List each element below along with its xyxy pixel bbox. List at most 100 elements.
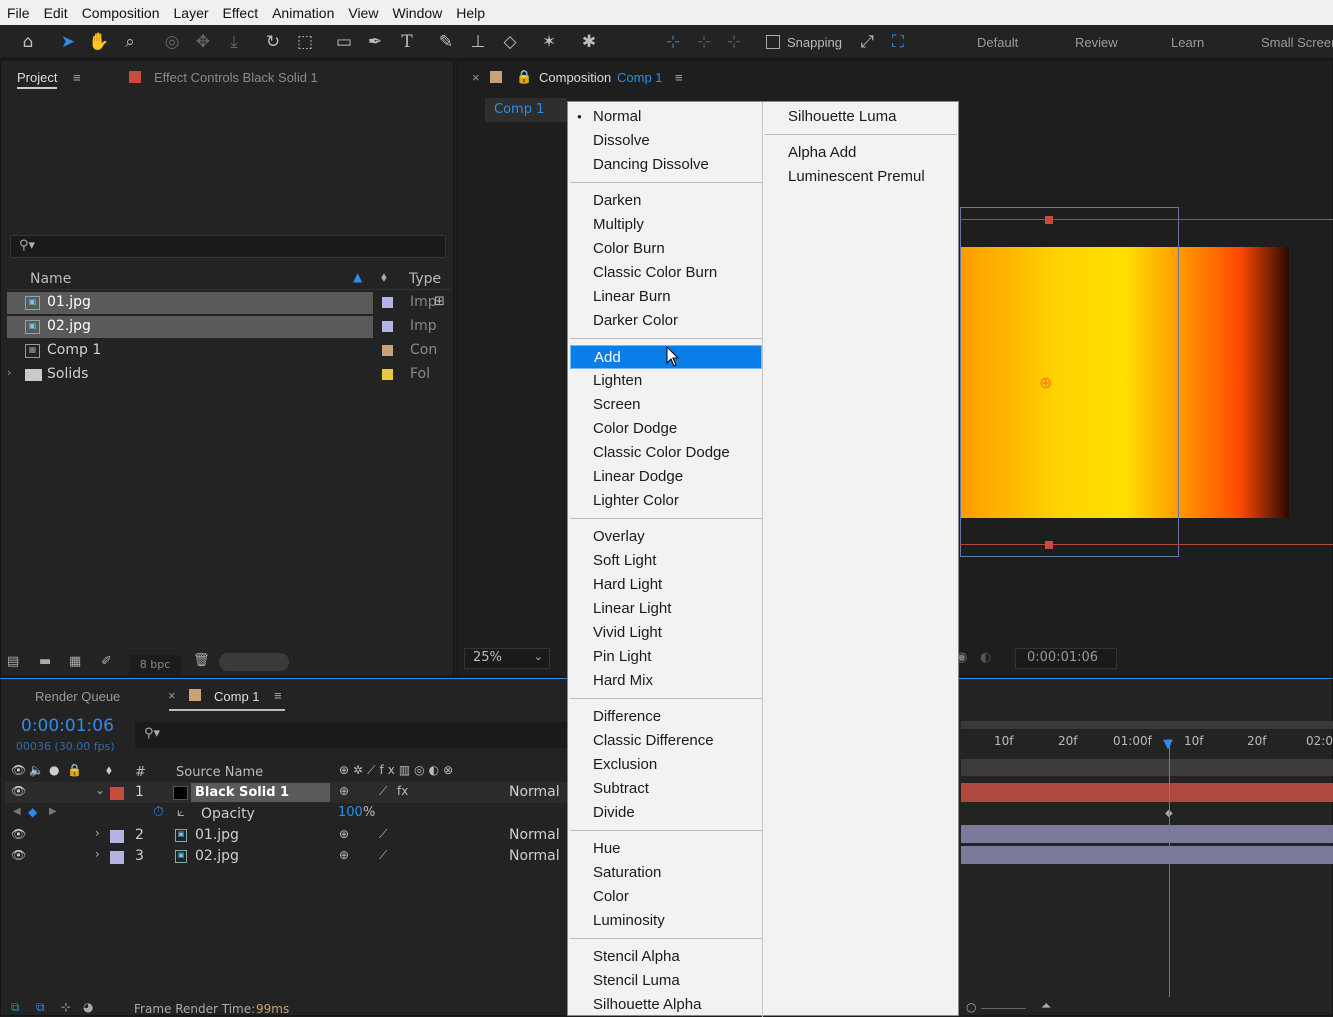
new-composition-icon[interactable]: ▦ (69, 654, 81, 669)
project-item-01jpg[interactable]: ▣ 01.jpg (7, 292, 373, 314)
layer-2-track-bar[interactable] (961, 825, 1333, 843)
blend-mode-option-dissolve[interactable]: Dissolve (570, 129, 762, 153)
home-icon[interactable]: ⌂ (16, 30, 40, 54)
trash-icon[interactable]: 🗑 (193, 653, 210, 668)
blend-mode-option-hard-light[interactable]: Hard Light (570, 573, 762, 597)
timeline-current-time[interactable]: 0:00:01:06 (21, 716, 114, 736)
expand-chevron-icon[interactable]: › (95, 826, 100, 840)
enable-frame-blending-icon[interactable]: ⧉ (36, 1000, 45, 1015)
visibility-eye-icon[interactable]: 👁 (11, 784, 26, 798)
panel-menu-icon[interactable]: ≡ (274, 688, 282, 703)
collapse-chevron-icon[interactable]: ⌄ (95, 783, 105, 797)
visibility-eye-icon[interactable]: 👁 (11, 848, 26, 862)
axis-view-icon[interactable]: ⊹ (722, 30, 746, 54)
column-header-source-name[interactable]: Source Name (176, 765, 263, 780)
blend-mode-option-classic-color-dodge[interactable]: Classic Color Dodge (570, 441, 762, 465)
blend-mode-option-multiply[interactable]: Multiply (570, 213, 762, 237)
blend-mode-option-classic-color-burn[interactable]: Classic Color Burn (570, 261, 762, 285)
layer-3-track-bar[interactable] (961, 846, 1333, 864)
close-tab-icon[interactable]: × (472, 70, 480, 85)
blend-mode-dropdown[interactable]: Normal (509, 827, 569, 843)
blend-mode-dropdown[interactable]: Normal (509, 784, 569, 800)
thumbnail-size-slider[interactable] (219, 653, 289, 671)
blend-mode-option-luminosity[interactable]: Luminosity (570, 909, 762, 933)
blend-mode-option-subtract[interactable]: Subtract (570, 777, 762, 801)
zoom-in-icon[interactable]: ⏶ (1041, 999, 1051, 1014)
workspace-default[interactable]: Default (977, 35, 1018, 50)
workspace-small-screen[interactable]: Small Screen (1261, 35, 1333, 50)
close-tab-icon[interactable]: × (168, 688, 176, 703)
blend-mode-option-classic-difference[interactable]: Classic Difference (570, 729, 762, 753)
clone-stamp-tool-icon[interactable]: ⊥ (466, 30, 490, 54)
menu-file[interactable]: File (0, 5, 37, 21)
axis-world-icon[interactable]: ⊹ (692, 30, 716, 54)
playhead-line[interactable] (1169, 739, 1170, 997)
axis-local-icon[interactable]: ⊹ (661, 30, 685, 54)
blend-mode-option-silhouette-alpha[interactable]: Silhouette Alpha (570, 993, 762, 1017)
stopwatch-icon[interactable]: ⏱ (153, 804, 164, 820)
video-visibility-icon[interactable]: 👁 (11, 763, 26, 777)
layer-handle-top[interactable] (1045, 216, 1053, 224)
layer-label-color[interactable] (110, 787, 124, 800)
layer-name[interactable]: 02.jpg (195, 848, 239, 864)
zoom-out-icon[interactable]: ○ (966, 1000, 976, 1014)
label-tag-icon[interactable]: ⬧ (106, 763, 112, 778)
snap-grid-icon[interactable]: ⛶ (886, 30, 910, 54)
quality-switch-icon[interactable]: ⟋ (379, 848, 387, 863)
layer-handle-bottom[interactable] (1045, 541, 1053, 549)
blend-mode-option-lighten[interactable]: Lighten (570, 369, 762, 393)
shy-switch-icon[interactable]: ⊕ (339, 784, 349, 798)
blend-mode-option-saturation[interactable]: Saturation (570, 861, 762, 885)
label-color-swatch[interactable] (382, 297, 393, 308)
blend-mode-option-soft-light[interactable]: Soft Light (570, 549, 762, 573)
timeline-zoom-slider[interactable] (981, 1008, 1026, 1009)
rectangle-tool-icon[interactable]: ▭ (332, 30, 356, 54)
next-keyframe-icon[interactable]: ▶ (49, 806, 57, 817)
blend-mode-option-stencil-alpha[interactable]: Stencil Alpha (570, 945, 762, 969)
quality-switch-icon[interactable]: ⟋ (379, 784, 387, 799)
new-folder-icon[interactable]: ▬ (39, 654, 51, 669)
menu-effect[interactable]: Effect (216, 5, 266, 21)
tab-menu-icon[interactable]: ≡ (73, 70, 81, 85)
blend-mode-option-linear-burn[interactable]: Linear Burn (570, 285, 762, 309)
label-color-swatch[interactable] (382, 345, 393, 356)
blend-mode-option-pin-light[interactable]: Pin Light (570, 645, 762, 669)
layer-name[interactable]: 01.jpg (195, 827, 239, 843)
draft-3d-icon[interactable]: ◕ (83, 1000, 93, 1014)
tab-project[interactable]: Project (17, 70, 58, 89)
timeline-layer-row[interactable]: 👁 › 3 ▣ 02.jpg ⊕ ⟋ Normal (5, 846, 567, 867)
blend-mode-option-color-burn[interactable]: Color Burn (570, 237, 762, 261)
previous-keyframe-icon[interactable]: ◀ (13, 806, 21, 817)
blend-mode-option-difference[interactable]: Difference (570, 705, 762, 729)
roto-brush-tool-icon[interactable]: ✶ (537, 30, 561, 54)
brush-tool-icon[interactable]: ✎ (434, 30, 458, 54)
show-snapshot-icon[interactable]: ◐ (980, 650, 991, 665)
expand-chevron-icon[interactable]: › (7, 366, 11, 379)
blend-mode-option-hue[interactable]: Hue (570, 837, 762, 861)
current-time-display[interactable]: 0:00:01:06 (1015, 648, 1117, 669)
composition-tab-name[interactable]: Comp 1 (617, 70, 663, 85)
blend-mode-option-color[interactable]: Color (570, 885, 762, 909)
layer-label-color[interactable] (110, 851, 124, 864)
effects-switch-icon[interactable]: fx (397, 784, 408, 798)
pan-camera-icon[interactable]: ✥ (191, 30, 215, 54)
project-settings-icon[interactable]: ✐ (101, 654, 112, 669)
comp-subtab[interactable]: Comp 1 (485, 98, 567, 122)
menu-composition[interactable]: Composition (75, 5, 167, 21)
snapping-checkbox[interactable] (766, 35, 780, 49)
blend-mode-dropdown[interactable]: Normal (509, 848, 569, 864)
panel-menu-icon[interactable]: ≡ (675, 70, 683, 85)
shy-switch-icon[interactable]: ⊕ (339, 848, 349, 862)
project-item-02jpg[interactable]: ▣ 02.jpg (7, 316, 373, 338)
blend-mode-option-luminescent-premul[interactable]: Luminescent Premul (765, 165, 957, 189)
opacity-value[interactable]: 100 (338, 805, 363, 820)
playhead-handle-icon[interactable]: ▼ (1163, 737, 1173, 752)
orbit-camera-icon[interactable]: ◎ (160, 30, 184, 54)
keyframe-diamond-icon[interactable]: ◆ (28, 805, 37, 819)
motion-blur-icon[interactable]: ⊹ (61, 1000, 71, 1014)
pan-behind-tool-icon[interactable]: ⬚ (293, 30, 317, 54)
blend-mode-option-hard-mix[interactable]: Hard Mix (570, 669, 762, 693)
eraser-tool-icon[interactable]: ◇ (498, 30, 522, 54)
blend-mode-option-lighter-color[interactable]: Lighter Color (570, 489, 762, 513)
snap-options-icon[interactable]: ⤢ (855, 30, 879, 54)
